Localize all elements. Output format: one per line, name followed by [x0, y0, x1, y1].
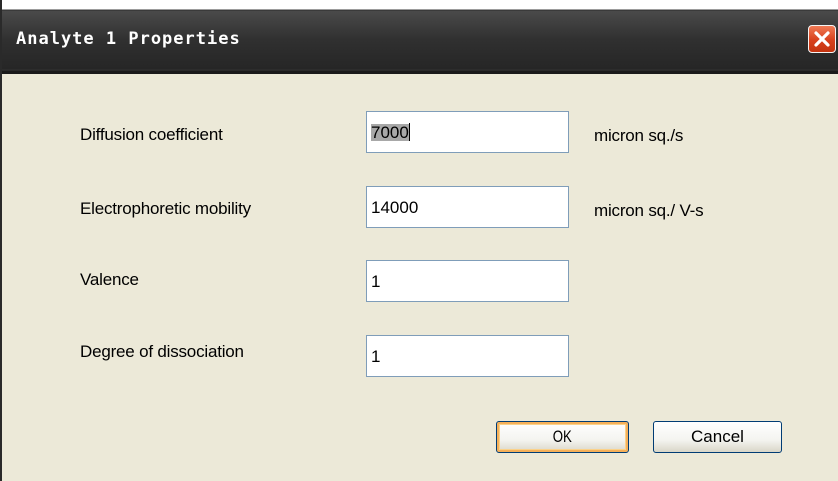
electrophoretic-mobility-label: Electrophoretic mobility: [80, 199, 251, 218]
window-title: Analyte 1 Properties: [16, 29, 241, 49]
valence-input[interactable]: 1: [366, 260, 569, 302]
close-icon: [814, 31, 830, 47]
electrophoretic-mobility-unit: micron sq./ V-s: [594, 201, 704, 220]
title-bar[interactable]: Analyte 1 Properties: [2, 0, 838, 74]
degree-of-dissociation-input[interactable]: 1: [366, 335, 569, 377]
degree-of-dissociation-label: Degree of dissociation: [80, 342, 244, 361]
dialog-body: Diffusion coefficient 7000 micron sq./s …: [4, 74, 838, 481]
diffusion-coefficient-input[interactable]: 7000: [366, 111, 569, 153]
analyte-properties-dialog: Analyte 1 Properties Diffusion coefficie…: [0, 0, 838, 481]
diffusion-coefficient-label: Diffusion coefficient: [80, 125, 223, 144]
cancel-button[interactable]: Cancel: [653, 421, 782, 453]
electrophoretic-mobility-input[interactable]: 14000: [366, 186, 569, 228]
diffusion-coefficient-unit: micron sq./s: [594, 126, 684, 145]
valence-label: Valence: [80, 270, 139, 289]
close-button[interactable]: [808, 25, 836, 53]
ok-button[interactable]: OK: [496, 421, 629, 453]
